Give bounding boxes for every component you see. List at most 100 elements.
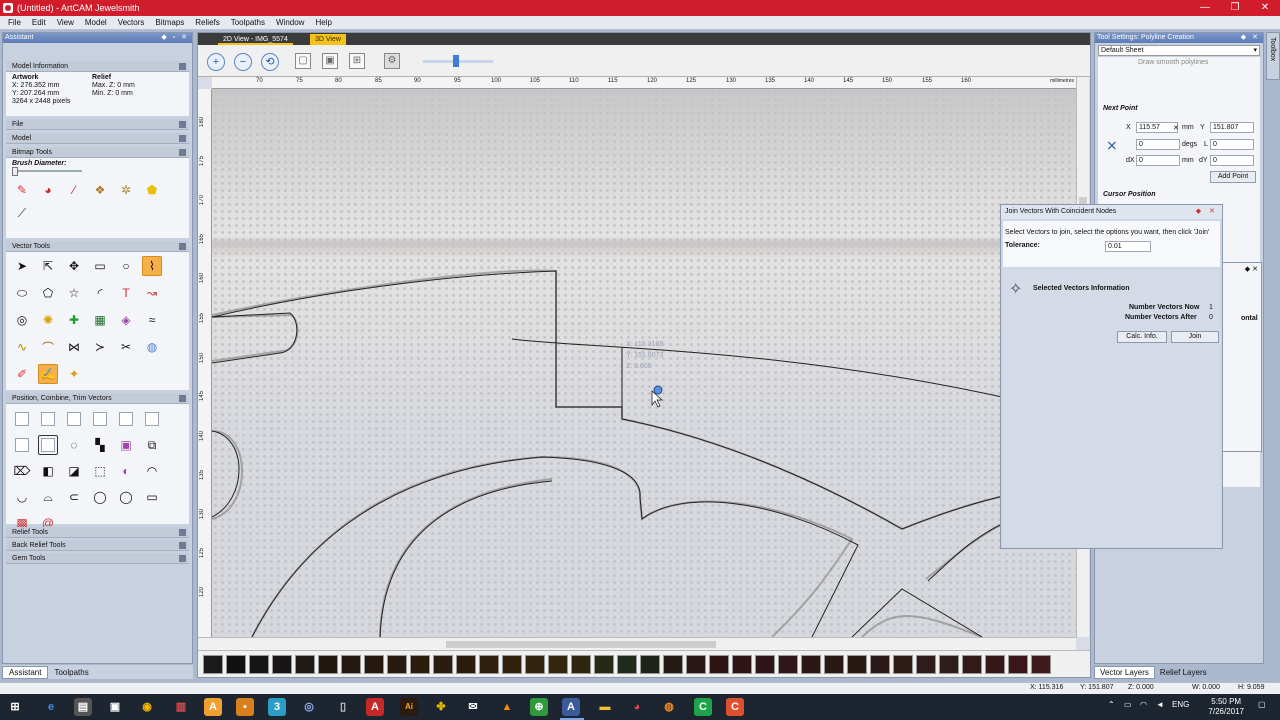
color-swatch[interactable] [456, 654, 476, 674]
expand-icon[interactable] [179, 135, 186, 142]
volume-icon[interactable]: ◄ [1156, 700, 1164, 709]
color-swatch[interactable] [1008, 654, 1028, 674]
green-app-icon[interactable]: ⊕ [530, 698, 548, 716]
menu-bitmaps[interactable]: Bitmaps [155, 18, 184, 27]
combine-icon[interactable]: ⬚ [90, 461, 110, 481]
view-settings-icon[interactable]: ⚙ [384, 53, 400, 69]
calc-info-button[interactable]: Calc. Info. [1117, 331, 1167, 343]
angle-input[interactable]: 0 [1136, 139, 1180, 150]
horizontal-scrollbar[interactable] [198, 637, 1076, 650]
brush-diameter-slider[interactable] [12, 167, 82, 176]
color-swatch[interactable] [525, 654, 545, 674]
color-swatch[interactable] [203, 654, 223, 674]
mail-icon[interactable]: ✉ [464, 698, 482, 716]
media-app-icon[interactable]: ▥ [172, 698, 190, 716]
line-draw-icon[interactable]: ⟋ [12, 203, 32, 223]
acrobat-icon[interactable]: A [366, 698, 384, 716]
length-input[interactable]: 0 [1210, 139, 1254, 150]
node-star-icon[interactable]: ✦ [64, 364, 84, 384]
menu-file[interactable]: File [8, 18, 21, 27]
app-doc-icon[interactable]: ▯ [334, 698, 352, 716]
file-explorer-icon[interactable]: ▤ [74, 698, 92, 716]
tab-toolpaths[interactable]: Toolpaths [48, 667, 94, 678]
tolerance-input[interactable]: 0.01 [1105, 241, 1151, 252]
weave-icon[interactable]: ⋈ [64, 337, 84, 357]
toolbox-side-tab[interactable]: Toolbox [1266, 32, 1280, 80]
star-icon[interactable]: ☆ [64, 283, 84, 303]
dx-input[interactable]: 0 [1136, 155, 1180, 166]
maximize-button[interactable]: ❐ [1220, 0, 1250, 16]
offset-vector-icon[interactable]: ◎ [12, 310, 32, 330]
eyedropper-icon[interactable]: ⁄ [64, 180, 84, 200]
tab-assistant[interactable]: Assistant [2, 665, 49, 679]
circle-outline-icon[interactable]: ◯ [90, 487, 110, 507]
x-input[interactable]: 115.57 [1136, 122, 1178, 133]
color-swatch[interactable] [824, 654, 844, 674]
color-swatch[interactable] [732, 654, 752, 674]
tab-3d-view[interactable]: 3D View [310, 34, 346, 45]
join-button[interactable]: Join [1171, 331, 1219, 343]
color-swatch[interactable] [502, 654, 522, 674]
pin-close-icons[interactable]: ◆ ✕ [1245, 265, 1258, 273]
taskbar-clock[interactable]: 5:50 PM 7/26/2017 [1208, 697, 1244, 717]
section-model[interactable]: Model [6, 133, 189, 144]
section-back-relief-tools[interactable]: Back Relief Tools [6, 540, 189, 551]
expand-icon[interactable] [179, 529, 186, 536]
color-swatch[interactable] [318, 654, 338, 674]
color-swatch[interactable] [939, 654, 959, 674]
color-swatch[interactable] [686, 654, 706, 674]
add-point-button[interactable]: Add Point [1210, 171, 1256, 183]
chrome-like-icon[interactable]: ◉ [138, 698, 156, 716]
polygon-icon[interactable]: ⬠ [38, 283, 58, 303]
edge-icon[interactable]: e [42, 698, 60, 716]
tray-chevron-icon[interactable]: ⌃ [1108, 700, 1115, 709]
color-swatch[interactable] [571, 654, 591, 674]
illustrator-icon[interactable]: Ai [400, 698, 418, 716]
slot-icon[interactable]: ▭ [142, 487, 162, 507]
x-clear-icon[interactable]: ✕ [1173, 124, 1179, 132]
color-swatch[interactable] [272, 654, 292, 674]
arc-icon[interactable]: ◜ [90, 283, 110, 303]
grid-icon[interactable]: ▦ [90, 310, 110, 330]
color-swatch[interactable] [985, 654, 1005, 674]
drawing-canvas[interactable]: X: 115.3168 Y: 151.8073 Z: 0.000 [212, 89, 1076, 637]
color-swatch[interactable] [617, 654, 637, 674]
scissors-icon[interactable]: ✂ [116, 337, 136, 357]
color-swatch[interactable] [1031, 654, 1051, 674]
collapse-icon[interactable] [179, 243, 186, 250]
menu-view[interactable]: View [57, 18, 74, 27]
curve-icon[interactable]: ⌒ [38, 337, 58, 357]
windows-start-icon[interactable]: ⊞ [6, 698, 24, 716]
block-copy-icon[interactable]: ⧉ [142, 435, 162, 455]
app-folder-icon[interactable]: ▪ [236, 698, 254, 716]
ring-icon[interactable]: ◍ [142, 337, 162, 357]
y-input[interactable]: 151.807 [1210, 122, 1254, 133]
color-swatch[interactable] [847, 654, 867, 674]
pin-close-icons[interactable]: ◆ ✕ [1196, 205, 1218, 219]
copy-along-icon[interactable]: ▣ [116, 435, 136, 455]
color-swatch[interactable] [295, 654, 315, 674]
zoom-out-icon[interactable]: − [234, 53, 252, 71]
color-swatch[interactable] [640, 654, 660, 674]
menu-edit[interactable]: Edit [32, 18, 46, 27]
color-swatch[interactable] [801, 654, 821, 674]
collapse-icon[interactable] [179, 63, 186, 70]
ring-outline-icon[interactable]: ◯ [116, 487, 136, 507]
menu-vectors[interactable]: Vectors [118, 18, 145, 27]
collapse-icon[interactable] [179, 149, 186, 156]
section-bitmap-tools[interactable]: Bitmap Tools [6, 147, 189, 158]
slider-knob[interactable] [453, 55, 459, 67]
menu-window[interactable]: Window [276, 18, 304, 27]
tab-2d-view[interactable]: 2D View - IMG_5574 [218, 34, 293, 45]
color-swatch[interactable] [916, 654, 936, 674]
expand-icon[interactable] [179, 121, 186, 128]
color-replace-icon[interactable]: ✲ [116, 180, 136, 200]
section-gem-tools[interactable]: Gem Tools [6, 553, 189, 564]
zoom-previous-icon[interactable]: ⟲ [261, 53, 279, 71]
color-swatch[interactable] [778, 654, 798, 674]
polyline-icon[interactable]: ⌇ [142, 256, 162, 276]
text-icon[interactable]: T [116, 283, 136, 303]
app-circle-icon[interactable]: ◎ [300, 698, 318, 716]
tab-relief-layers[interactable]: Relief Layers [1155, 667, 1212, 678]
trace-tool-icon[interactable]: ✍ [38, 364, 58, 384]
